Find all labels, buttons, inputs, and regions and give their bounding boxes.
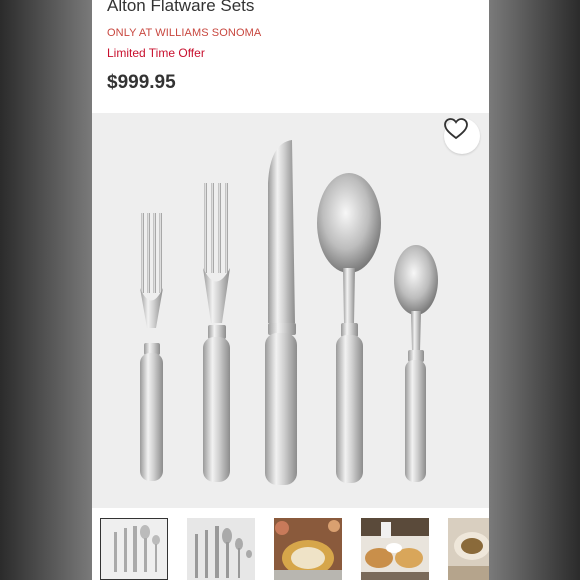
product-price: $999.95 — [107, 72, 176, 93]
flatware-image — [140, 140, 438, 485]
dinner-fork — [203, 183, 230, 482]
background-right-blur — [489, 0, 580, 580]
salad-fork — [140, 213, 163, 481]
thumb-table-setting-bowl[interactable] — [448, 518, 489, 580]
thumb-place-setting[interactable] — [100, 518, 168, 580]
teaspoon — [394, 245, 438, 482]
thumb-flatware-pieces[interactable] — [187, 518, 255, 580]
product-panel: Alton Flatware Sets ONLY AT WILLIAMS SON… — [92, 0, 489, 580]
dinner-spoon — [317, 173, 381, 483]
thumb-table-setting-gold[interactable] — [274, 518, 342, 580]
hero-image[interactable] — [92, 113, 489, 508]
limited-offer-label: Limited Time Offer — [107, 46, 205, 60]
heart-outline-icon — [444, 118, 468, 140]
thumb-table-setting-dining[interactable] — [361, 518, 429, 580]
favorite-button[interactable] — [444, 118, 480, 154]
product-title: Alton Flatware Sets — [107, 0, 255, 15]
exclusive-label: ONLY AT WILLIAMS SONOMA — [107, 27, 262, 39]
background-left-blur — [0, 0, 92, 580]
thumbnail-strip — [92, 512, 489, 580]
dinner-knife — [265, 140, 297, 485]
